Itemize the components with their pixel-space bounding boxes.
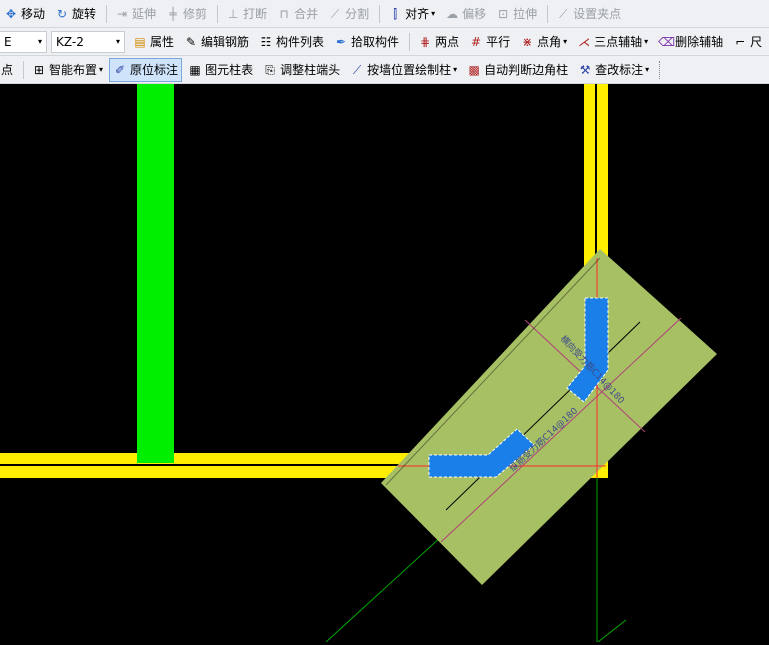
toolbar-column: 点 ⊞ 智能布置 ▾ ✐ 原位标注 ▦ 图元柱表 ⎘ 调整柱端头 ⟋ 按墙位置绘制柱 ▾ ▩ 自… xyxy=(0,56,769,84)
component-list-button[interactable]: ☷ 构件列表 xyxy=(255,30,328,54)
draw-by-wall-icon: ⟋ xyxy=(352,62,362,77)
parallel-button[interactable]: # 平行 xyxy=(465,30,514,54)
draw-by-wall-button[interactable]: ⟋ 按墙位置绘制柱 ▾ xyxy=(346,58,461,82)
split-button[interactable]: ⟋ 分割 xyxy=(324,2,373,26)
adjust-column-end-button[interactable]: ⎘ 调整柱端头 xyxy=(259,58,344,82)
edit-rebar-button[interactable]: ✎ 编辑钢筋 xyxy=(180,30,253,54)
offset-button[interactable]: ☁ 偏移 xyxy=(441,2,490,26)
check-label-button[interactable]: ⚒ 查改标注 ▾ xyxy=(574,58,653,82)
toolbar-edit: ✥ 移动 ↻ 旋转 ⇥ 延伸 ╪ 修剪 ⊥ 打断 ⊓ 合并 ⟋ 分割 ⫿ 对齐 ▾ ☁ 偏移 ⊡ 拉伸… xyxy=(0,0,769,28)
extend-button[interactable]: ⇥ 延伸 xyxy=(111,2,160,26)
toolbar-separator xyxy=(106,4,108,23)
stretch-icon: ⊡ xyxy=(498,6,509,21)
properties-icon: ▤ xyxy=(134,34,146,49)
dimension-icon: ⌐ xyxy=(735,34,746,49)
check-label-icon: ⚒ xyxy=(579,62,591,77)
delete-axis-button[interactable]: ⌫ 删除辅轴 xyxy=(654,30,727,54)
green-column[interactable] xyxy=(137,84,174,463)
point-button[interactable]: 点 xyxy=(0,58,17,82)
eyedropper-icon: ✒ xyxy=(336,34,347,49)
edit-rebar-icon: ✎ xyxy=(185,34,197,49)
rotate-button[interactable]: ↻ 旋转 xyxy=(51,2,100,26)
chevron-down-icon: ▾ xyxy=(645,65,650,74)
toolbar-component: E ▾ KZ-2 ▾ ▤ 属性 ✎ 编辑钢筋 ☷ 构件列表 ✒ 拾取构件 ⋕ 两点 # 平行 ⋇… xyxy=(0,28,769,56)
element-column-table-button[interactable]: ▦ 图元柱表 xyxy=(184,58,257,82)
trim-icon: ╪ xyxy=(169,6,177,21)
adjust-icon: ⎘ xyxy=(265,62,275,77)
two-points-icon: ⋕ xyxy=(420,34,431,49)
canvas-svg: 纵筋受力筋C14@180 横向受力筋C14@180 xyxy=(0,84,717,643)
in-place-label-button[interactable]: ✐ 原位标注 xyxy=(109,57,183,82)
parallel-icon: # xyxy=(471,34,482,49)
chevron-down-icon: ▾ xyxy=(563,37,568,46)
break-icon: ⊥ xyxy=(227,6,239,21)
trim-button[interactable]: ╪ 修剪 xyxy=(162,2,211,26)
toolbar-separator xyxy=(547,4,549,23)
move-button[interactable]: ✥ 移动 xyxy=(0,2,49,26)
extend-icon: ⇥ xyxy=(117,6,128,21)
offset-icon: ☁ xyxy=(446,6,459,21)
smart-layout-icon: ⊞ xyxy=(33,62,45,77)
table-icon: ▦ xyxy=(189,62,201,77)
rotate-icon: ↻ xyxy=(56,6,68,21)
properties-button[interactable]: ▤ 属性 xyxy=(129,30,178,54)
dimension-button[interactable]: ⌐ 尺 xyxy=(729,30,766,54)
move-icon: ✥ xyxy=(5,6,17,21)
two-points-button[interactable]: ⋕ 两点 xyxy=(414,30,463,54)
toolbar-separator xyxy=(217,4,219,23)
align-button[interactable]: ⫿ 对齐 ▾ xyxy=(384,2,439,26)
auto-edge-column-button[interactable]: ▩ 自动判断边角柱 xyxy=(463,58,572,82)
rotated-column-block[interactable] xyxy=(381,249,717,585)
chevron-down-icon: ▾ xyxy=(453,65,458,74)
set-grip-button[interactable]: ⟋ 设置夹点 xyxy=(552,2,625,26)
split-icon: ⟋ xyxy=(330,6,340,21)
drawing-canvas[interactable]: 纵筋受力筋C14@180 横向受力筋C14@180 xyxy=(0,84,769,643)
point-angle-button[interactable]: ⋇ 点角 ▾ xyxy=(516,30,571,54)
chevron-down-icon: ▾ xyxy=(431,9,436,18)
toolbar-separator xyxy=(409,32,411,51)
break-button[interactable]: ⊥ 打断 xyxy=(222,2,271,26)
list-icon: ☷ xyxy=(260,34,272,49)
toolbar-separator xyxy=(379,4,381,23)
category-select[interactable]: E ▾ xyxy=(0,30,47,53)
grid-icon: ▩ xyxy=(468,62,480,77)
grip-icon: ⟋ xyxy=(558,6,568,21)
component-select[interactable]: KZ-2 ▾ xyxy=(51,30,125,53)
chevron-down-icon: ▾ xyxy=(37,37,42,46)
align-icon: ⫿ xyxy=(393,6,398,21)
smart-layout-button[interactable]: ⊞ 智能布置 ▾ xyxy=(28,58,107,82)
guide-line xyxy=(597,619,627,643)
point-angle-icon: ⋇ xyxy=(522,34,533,49)
toolbar-separator xyxy=(23,60,25,79)
eraser-icon: ⌫ xyxy=(658,34,676,49)
merge-icon: ⊓ xyxy=(279,6,289,21)
stretch-button[interactable]: ⊡ 拉伸 xyxy=(492,2,541,26)
in-place-label-icon: ✐ xyxy=(115,62,126,77)
toolbar-separator xyxy=(659,60,661,79)
merge-button[interactable]: ⊓ 合并 xyxy=(273,2,322,26)
three-point-axis-icon: ⋌ xyxy=(578,34,591,49)
chevron-down-icon: ▾ xyxy=(99,65,104,74)
chevron-down-icon: ▾ xyxy=(644,37,649,46)
three-point-axis-button[interactable]: ⋌ 三点辅轴 ▾ xyxy=(573,30,652,54)
chevron-down-icon: ▾ xyxy=(115,37,120,46)
pick-component-button[interactable]: ✒ 拾取构件 xyxy=(330,30,403,54)
